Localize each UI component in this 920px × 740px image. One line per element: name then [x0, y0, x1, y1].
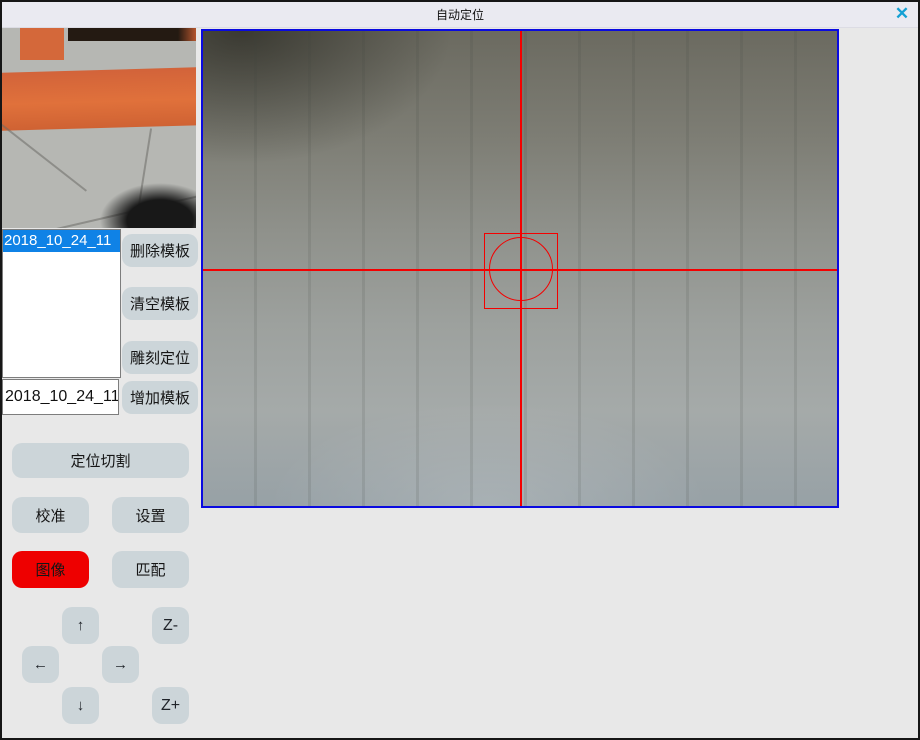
- template-list-item-selected[interactable]: 2018_10_24_11: [3, 230, 120, 252]
- target-square-overlay: [484, 233, 558, 309]
- settings-button[interactable]: 设置: [112, 497, 189, 533]
- image-button-active[interactable]: 图像: [12, 551, 89, 588]
- jog-down-button[interactable]: ↓: [62, 687, 99, 724]
- template-list[interactable]: 2018_10_24_11: [2, 229, 121, 378]
- jog-up-button[interactable]: ↑: [62, 607, 99, 644]
- crosshair-vertical-line: [520, 31, 522, 506]
- jog-right-button[interactable]: →: [102, 646, 139, 683]
- title-bar: 自动定位: [2, 2, 918, 28]
- thumbnail-dark-object: [100, 183, 196, 228]
- thumbnail-dark-strip: [68, 28, 196, 41]
- match-button[interactable]: 匹配: [112, 551, 189, 588]
- jog-left-button[interactable]: ←: [22, 646, 59, 683]
- jog-z-minus-button[interactable]: Z-: [152, 607, 189, 644]
- calibrate-button[interactable]: 校准: [12, 497, 89, 533]
- thumbnail-orange-tab: [20, 28, 64, 60]
- thumbnail-orange-beam: [2, 67, 196, 131]
- position-cut-button[interactable]: 定位切割: [12, 443, 189, 478]
- window-title: 自动定位: [436, 6, 484, 23]
- camera-tile-lines: [203, 31, 837, 506]
- camera-view[interactable]: [201, 29, 839, 508]
- delete-template-button[interactable]: 删除模板: [122, 234, 198, 267]
- clear-templates-button[interactable]: 清空模板: [122, 287, 198, 320]
- template-thumbnail-preview: [2, 28, 196, 228]
- close-icon[interactable]: ✕: [891, 4, 913, 24]
- crosshair-horizontal-line: [203, 269, 837, 271]
- template-name-input[interactable]: [2, 379, 119, 415]
- target-circle-overlay: [489, 237, 553, 301]
- thumbnail-grout-line: [2, 122, 87, 191]
- jog-z-plus-button[interactable]: Z+: [152, 687, 189, 724]
- engrave-position-button[interactable]: 雕刻定位: [122, 341, 198, 374]
- add-template-button[interactable]: 增加模板: [122, 381, 198, 414]
